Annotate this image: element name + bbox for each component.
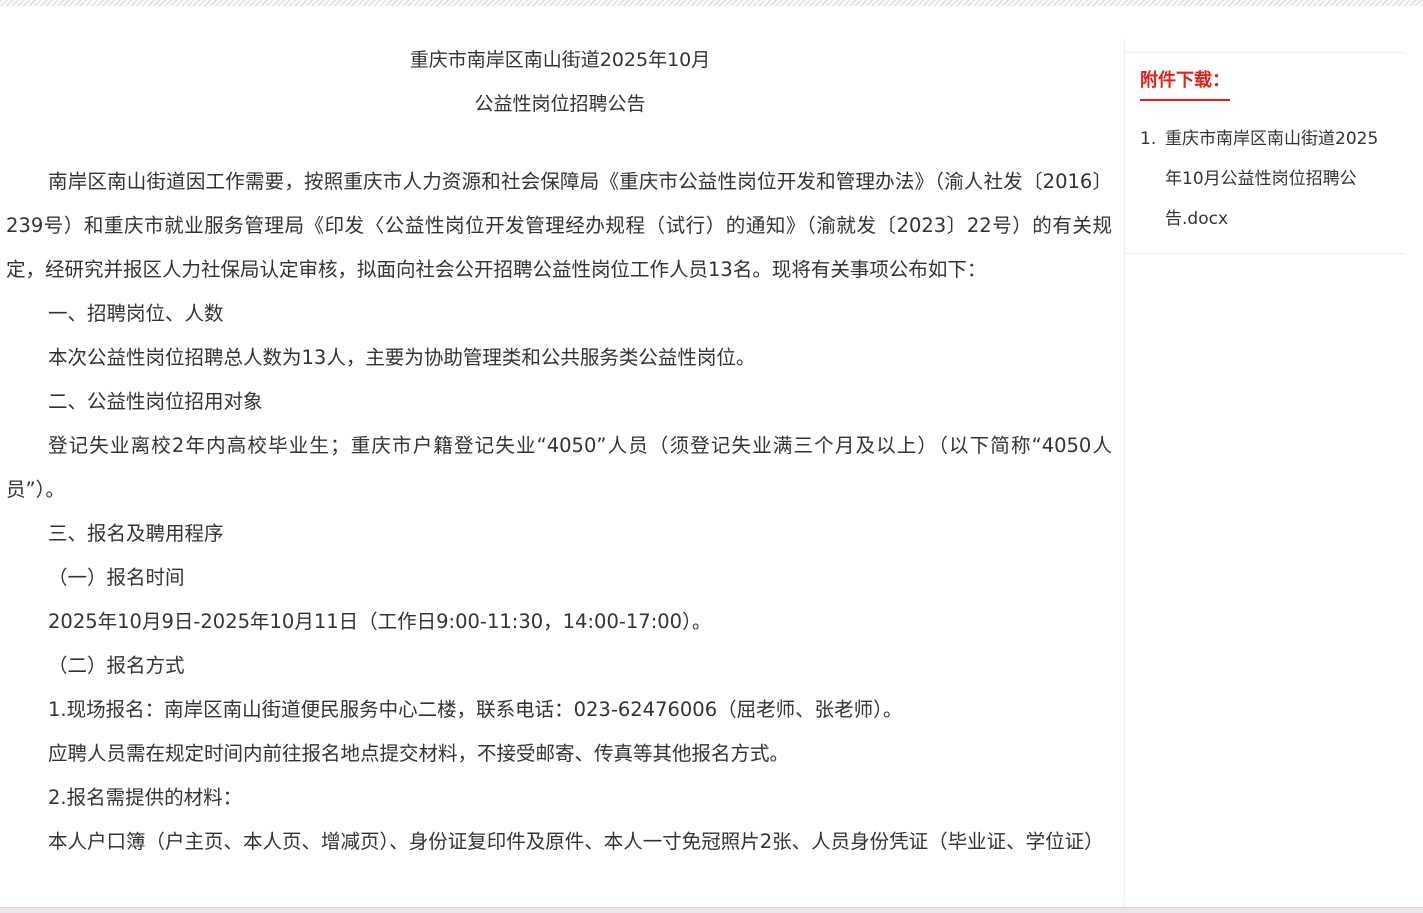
paragraph-onsite-registration: 1.现场报名：南岸区南山街道便民服务中心二楼，联系电话：023-62476006…: [48, 698, 903, 721]
paragraph-positions: 本次公益性岗位招聘总人数为13人，主要为协助管理类和公共服务类公益性岗位。: [48, 346, 756, 369]
paragraph-materials-heading: 2.报名需提供的材料：: [48, 786, 243, 809]
paragraph-targets: 登记失业离校2年内高校毕业生；重庆市户籍登记失业“4050”人员（须登记失业满三…: [6, 434, 1112, 501]
intro-paragraph: 南岸区南山街道因工作需要，按照重庆市人力资源和社会保障局《重庆市公益性岗位开发和…: [6, 170, 1112, 281]
section-heading-positions: 一、招聘岗位、人数: [48, 302, 224, 325]
top-decorative-stripe: [0, 0, 1423, 6]
attachments-panel: 附件下载： 1. 重庆市南岸区南山街道2025年10月公益性岗位招聘公告.doc…: [1125, 52, 1405, 254]
attachments-heading: 附件下载：: [1140, 69, 1230, 101]
article-content: 重庆市南岸区南山街道2025年10月 公益性岗位招聘公告 南岸区南山街道因工作需…: [0, 38, 1120, 907]
subheading-registration-time: （一）报名时间: [48, 566, 185, 589]
section-heading-procedure: 三、报名及聘用程序: [48, 522, 224, 545]
section-heading-targets: 二、公益性岗位招用对象: [48, 390, 263, 413]
article-body: 南岸区南山街道因工作需要，按照重庆市人力资源和社会保障局《重庆市公益性岗位开发和…: [0, 160, 1120, 864]
attachment-filename[interactable]: 重庆市南岸区南山街道2025年10月公益性岗位招聘公告.docx: [1165, 129, 1378, 229]
subheading-registration-method: （二）报名方式: [48, 654, 185, 677]
attachment-index: 1.: [1140, 129, 1157, 149]
article-title-line-2: 公益性岗位招聘公告: [474, 93, 646, 115]
paragraph-materials: 本人户口簿（户主页、本人页、增减页）、身份证复印件及原件、本人一寸免冠照片2张、…: [48, 830, 1104, 853]
attachments-list: 1. 重庆市南岸区南山街道2025年10月公益性岗位招聘公告.docx: [1140, 119, 1395, 239]
paragraph-registration-note: 应聘人员需在规定时间内前往报名地点提交材料，不接受邮寄、传真等其他报名方式。: [48, 742, 790, 765]
paragraph-registration-time: 2025年10月9日-2025年10月11日（工作日9:00-11:30，14:…: [48, 610, 712, 633]
bottom-decorative-stripe: [0, 907, 1423, 913]
attachment-link[interactable]: 1. 重庆市南岸区南山街道2025年10月公益性岗位招聘公告.docx: [1140, 119, 1395, 239]
article-title-line-1: 重庆市南岸区南山街道2025年10月: [409, 49, 711, 71]
